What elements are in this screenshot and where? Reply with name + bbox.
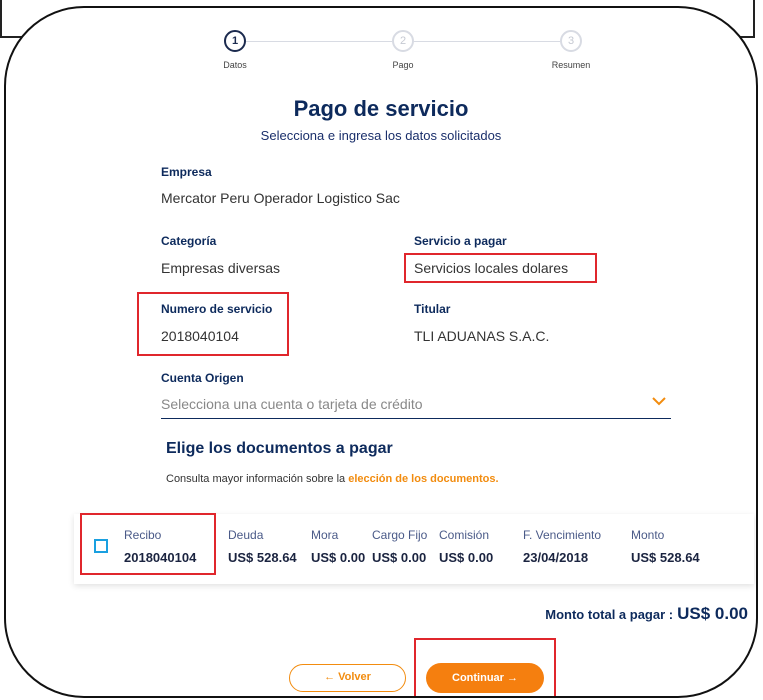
servicio-value: Servicios locales dolares — [414, 260, 569, 276]
cell-monto: US$ 528.64 — [631, 550, 700, 565]
col-header-vencimiento: F. Vencimiento — [523, 528, 602, 542]
cuenta-select[interactable]: Selecciona una cuenta o tarjeta de crédi… — [161, 396, 423, 412]
step-3-label: Resumen — [551, 60, 591, 70]
cell-cargo-fijo: US$ 0.00 — [372, 550, 427, 565]
step-2-label: Pago — [392, 60, 414, 70]
back-button[interactable]: ← Volver — [289, 664, 406, 692]
col-header-monto: Monto — [631, 528, 665, 542]
servicio-label: Servicio a pagar — [414, 234, 507, 248]
documents-title: Elige los documentos a pagar — [166, 440, 393, 457]
total-value: US$ 0.00 — [677, 604, 748, 623]
total-amount: Monto total a pagar : US$ 0.00 — [545, 604, 748, 624]
step-1-label: Datos — [223, 60, 247, 70]
chevron-down-icon[interactable] — [650, 392, 668, 410]
recibo-highlight — [80, 513, 216, 575]
step-connector — [246, 41, 392, 42]
documents-info-text: Consulta mayor información sobre la — [166, 473, 349, 485]
step-2-circle: 2 — [392, 30, 414, 52]
step-1-circle: 1 — [224, 30, 246, 52]
continue-button[interactable]: Continuar → — [426, 663, 544, 693]
categoria-value: Empresas diversas — [161, 260, 281, 276]
categoria-label: Categoría — [161, 234, 217, 248]
cell-deuda: US$ 528.64 — [228, 550, 297, 565]
documents-info: Consulta mayor información sobre la elec… — [166, 473, 499, 485]
cell-comision: US$ 0.00 — [439, 550, 494, 565]
progress-stepper: 1 2 3 Datos Pago Resumen — [6, 30, 756, 70]
page-title: Pago de servicio — [293, 96, 469, 121]
col-header-cargo-fijo: Cargo Fijo — [372, 528, 428, 542]
empresa-label: Empresa — [161, 165, 212, 179]
payment-card: 1 2 3 Datos Pago Resumen Pago de servici… — [4, 6, 758, 698]
cell-mora: US$ 0.00 — [311, 550, 366, 565]
numero-value: 2018040104 — [161, 328, 239, 344]
cuenta-select-underline — [161, 418, 671, 419]
step-3-circle: 3 — [560, 30, 582, 52]
col-header-deuda: Deuda — [228, 528, 264, 542]
cuenta-label: Cuenta Origen — [161, 371, 244, 385]
titular-label: Titular — [414, 302, 451, 316]
col-header-mora: Mora — [311, 528, 339, 542]
cell-vencimiento: 23/04/2018 — [523, 550, 589, 565]
documents-info-link[interactable]: elección de los documentos. — [348, 473, 498, 485]
col-header-comision: Comisión — [439, 528, 490, 542]
page-subtitle: Selecciona e ingresa los datos solicitad… — [260, 128, 502, 143]
total-label: Monto total a pagar : — [545, 607, 674, 622]
titular-value: TLI ADUANAS S.A.C. — [414, 328, 550, 344]
step-connector — [414, 41, 560, 42]
numero-label: Numero de servicio — [161, 302, 273, 316]
empresa-value: Mercator Peru Operador Logistico Sac — [161, 190, 400, 206]
